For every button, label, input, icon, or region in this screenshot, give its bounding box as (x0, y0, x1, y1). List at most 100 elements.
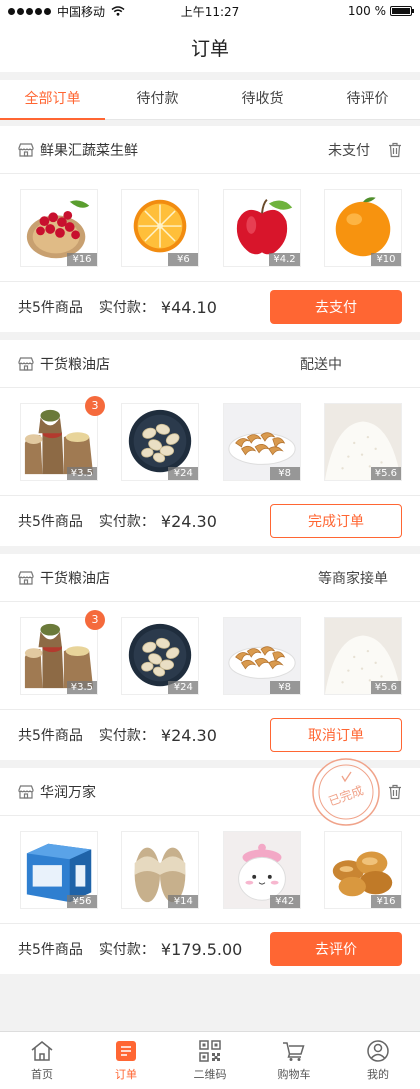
order-status: 未支付 (328, 142, 370, 159)
order-header: 鲜果汇蔬菜生鲜 未支付 (0, 126, 420, 174)
item-count: 共5件商品 (18, 300, 83, 316)
product-thumbnail[interactable]: ¥16 (323, 830, 402, 909)
page-title: 订单 (190, 37, 229, 60)
quantity-badge: 3 (85, 609, 105, 630)
product-price: ¥10 (370, 252, 401, 266)
product-price: ¥42 (269, 894, 300, 908)
product-price: ¥4.2 (269, 252, 300, 266)
order-summary: 共5件商品 实付款： ¥24.30 取消订单 (0, 710, 420, 760)
product-thumbnail[interactable]: ¥56 (20, 830, 98, 909)
tabbar-label: 我的 (367, 1068, 389, 1081)
tabbar-label: 二维码 (193, 1068, 227, 1081)
home-icon (31, 1041, 53, 1061)
item-count: 共5件商品 (18, 514, 83, 530)
order-summary: 共5件商品 实付款： ¥44.10 去支付 (0, 282, 420, 332)
product-row: ¥3.5 3 ¥24 ¥8 ¥5.6 (0, 602, 420, 710)
qrcode-icon (199, 1040, 221, 1062)
product-price: ¥3.5 (66, 466, 97, 480)
tabbar-home[interactable]: 首页 (0, 1032, 84, 1089)
cancel-order-button[interactable]: 取消订单 (270, 718, 402, 752)
product-thumbnail[interactable]: ¥5.6 (323, 616, 402, 695)
product-thumbnail[interactable]: ¥6 (121, 188, 200, 267)
tabbar-qrcode[interactable]: 二维码 (168, 1032, 252, 1089)
trash-icon[interactable] (388, 784, 402, 800)
order-status: 等商家接单 (318, 570, 388, 587)
order-header: 干货粮油店 配送中 (0, 340, 420, 388)
product-price: ¥8 (269, 680, 300, 694)
status-bar: 中国移动 上午11:27 100 % (0, 0, 420, 22)
paid-label: 实付款： (98, 514, 155, 530)
product-price: ¥14 (168, 894, 199, 908)
cart-icon (283, 1042, 305, 1061)
product-price: ¥3.5 (66, 680, 97, 694)
tabbar-cart[interactable]: 购物车 (252, 1032, 336, 1089)
tab-pending-receipt[interactable]: 待收货 (210, 80, 315, 119)
review-button[interactable]: 去评价 (270, 932, 402, 966)
bottom-tab-bar: 首页 订单 二维码 购物车 我的 (0, 1031, 420, 1089)
store-icon (18, 570, 34, 585)
status-time: 上午11:27 (180, 4, 240, 19)
product-thumbnail[interactable]: ¥4.2 (222, 188, 301, 267)
tab-pending-review[interactable]: 待评价 (315, 80, 420, 119)
shop-name[interactable]: 干货粮油店 (40, 354, 110, 374)
quantity-badge: 3 (85, 395, 105, 416)
product-thumbnail[interactable]: ¥10 (323, 188, 402, 267)
shop-name[interactable]: 鲜果汇蔬菜生鲜 (40, 140, 138, 160)
order-header: 华润万家 已完成 (0, 758, 420, 826)
product-thumbnail[interactable]: ¥3.5 3 (20, 609, 105, 695)
product-row: ¥3.5 3 ¥24 ¥8 ¥5.6 (0, 388, 420, 496)
product-price: ¥16 (67, 252, 97, 266)
tabbar-label: 购物车 (277, 1068, 311, 1081)
order-card: 鲜果汇蔬菜生鲜 未支付 ¥16 ¥6 ¥4.2 ¥10 共5件商品 实付款： ¥… (0, 126, 420, 332)
order-card: 干货粮油店 配送中 ¥3.5 3 ¥24 ¥8 ¥5.6 共5件商品 实付款： … (0, 340, 420, 546)
product-thumbnail[interactable]: ¥42 (222, 830, 301, 909)
product-price: ¥24 (168, 680, 199, 694)
product-thumbnail[interactable]: ¥3.5 3 (20, 395, 105, 481)
tabbar-label: 订单 (115, 1068, 137, 1081)
tabbar-orders[interactable]: 订单 (84, 1032, 168, 1089)
product-price: ¥16 (370, 894, 401, 908)
product-price: ¥8 (269, 466, 300, 480)
product-thumbnail[interactable]: ¥5.6 (323, 402, 402, 481)
user-icon (367, 1040, 389, 1062)
product-price: ¥24 (168, 466, 199, 480)
product-thumbnail[interactable]: ¥8 (222, 616, 301, 695)
product-thumbnail[interactable]: ¥16 (20, 188, 98, 267)
tabbar-profile[interactable]: 我的 (336, 1032, 420, 1089)
product-price: ¥5.6 (370, 680, 401, 694)
product-thumbnail[interactable]: ¥24 (121, 616, 200, 695)
item-count: 共5件商品 (18, 942, 83, 958)
pay-button[interactable]: 去支付 (270, 290, 402, 324)
product-price: ¥6 (168, 252, 199, 266)
product-thumbnail[interactable]: ¥14 (121, 830, 200, 909)
order-summary: 共5件商品 实付款： ¥24.30 完成订单 (0, 496, 420, 546)
paid-amount: ¥24.30 (160, 725, 217, 745)
order-tabs: 全部订单 待付款 待收货 待评价 (0, 80, 420, 120)
paid-label: 实付款： (98, 300, 155, 316)
paid-label: 实付款： (98, 942, 155, 958)
tabbar-label: 首页 (31, 1068, 53, 1081)
order-header: 干货粮油店 等商家接单 (0, 554, 420, 602)
product-row: ¥16 ¥6 ¥4.2 ¥10 (0, 174, 420, 282)
store-icon (18, 142, 34, 157)
order-card: 干货粮油店 等商家接单 ¥3.5 3 ¥24 ¥8 ¥5.6 共5件商品 实付款… (0, 554, 420, 760)
product-row: ¥56 ¥14 ¥42 ¥16 (0, 816, 420, 924)
product-price: ¥5.6 (370, 466, 401, 480)
complete-order-button[interactable]: 完成订单 (270, 504, 402, 538)
trash-icon[interactable] (388, 142, 402, 158)
paid-amount: ¥44.10 (160, 297, 217, 317)
product-thumbnail[interactable]: ¥8 (222, 402, 301, 481)
store-icon (18, 784, 34, 799)
shop-name[interactable]: 干货粮油店 (40, 568, 110, 588)
tab-all-orders[interactable]: 全部订单 (0, 80, 105, 120)
battery-icon (390, 6, 414, 16)
product-thumbnail[interactable]: ¥24 (121, 402, 200, 481)
nav-bar: 订单 (0, 22, 420, 72)
shop-name[interactable]: 华润万家 (40, 782, 96, 802)
order-summary: 共5件商品 实付款： ¥179.5.00 去评价 (0, 924, 420, 974)
product-price: ¥56 (67, 894, 97, 908)
order-card: 华润万家 已完成 ¥56 ¥14 ¥42 ¥16 共5件商品 实付款： ¥179… (0, 758, 420, 974)
order-status: 配送中 (300, 356, 342, 373)
tab-pending-payment[interactable]: 待付款 (105, 80, 210, 119)
order-icon (116, 1041, 136, 1061)
